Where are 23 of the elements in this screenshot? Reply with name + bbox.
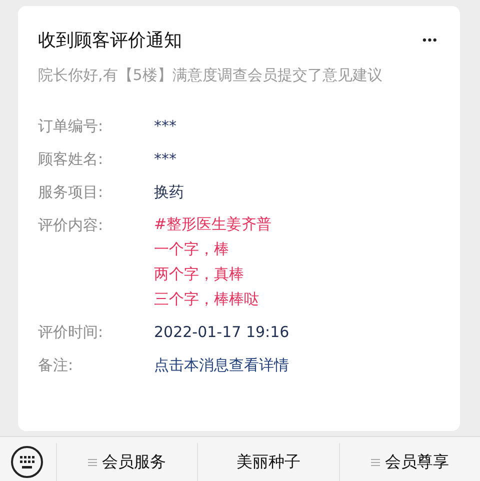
field-label: 顾客姓名: xyxy=(38,149,104,170)
field-value: *** xyxy=(154,149,176,170)
field-value: 2022-01-17 19:16 xyxy=(154,322,290,343)
field-value: *** xyxy=(154,116,176,137)
review-line: 一个字，棒 xyxy=(154,239,230,260)
review-line: #整形医生姜齐普 xyxy=(154,214,272,235)
card-summary: 院长你好,有【5楼】满意度调查会员提交了意见建议 xyxy=(38,65,384,86)
field-label: 备注: xyxy=(38,355,74,376)
more-button[interactable]: ••• xyxy=(420,33,440,47)
message-card[interactable]: 收到顾客评价通知 ••• 院长你好,有【5楼】满意度调查会员提交了意见建议 订单编号: *** 顾客姓名: *** 服务项目: 换药 评价内容: #整形医生姜齐普 一个字，棒 两个字，真棒 三个字，棒棒哒 评价时间: 2022-01-17 19:16 备注: 点击本消息查看详情 xyxy=(18,6,460,431)
review-line: 三个字，棒棒哒 xyxy=(154,289,260,310)
field-label: 评价时间: xyxy=(38,322,104,343)
field-label: 服务项目: xyxy=(38,182,104,203)
details-link[interactable]: 点击本消息查看详情 xyxy=(154,352,289,378)
keyboard-icon[interactable] xyxy=(10,445,44,479)
menu-item[interactable]: 美丽种子 xyxy=(197,443,339,481)
field-label: 订单编号: xyxy=(38,116,104,137)
review-line: 两个字，真棒 xyxy=(154,264,245,285)
menu-item[interactable]: 会员尊享 xyxy=(338,443,480,481)
field-label: 评价内容: xyxy=(38,215,104,236)
field-value: 换药 xyxy=(154,182,184,203)
card-title: 收到顾客评价通知 xyxy=(38,29,182,52)
menu-item[interactable]: 会员服务 xyxy=(56,443,198,481)
